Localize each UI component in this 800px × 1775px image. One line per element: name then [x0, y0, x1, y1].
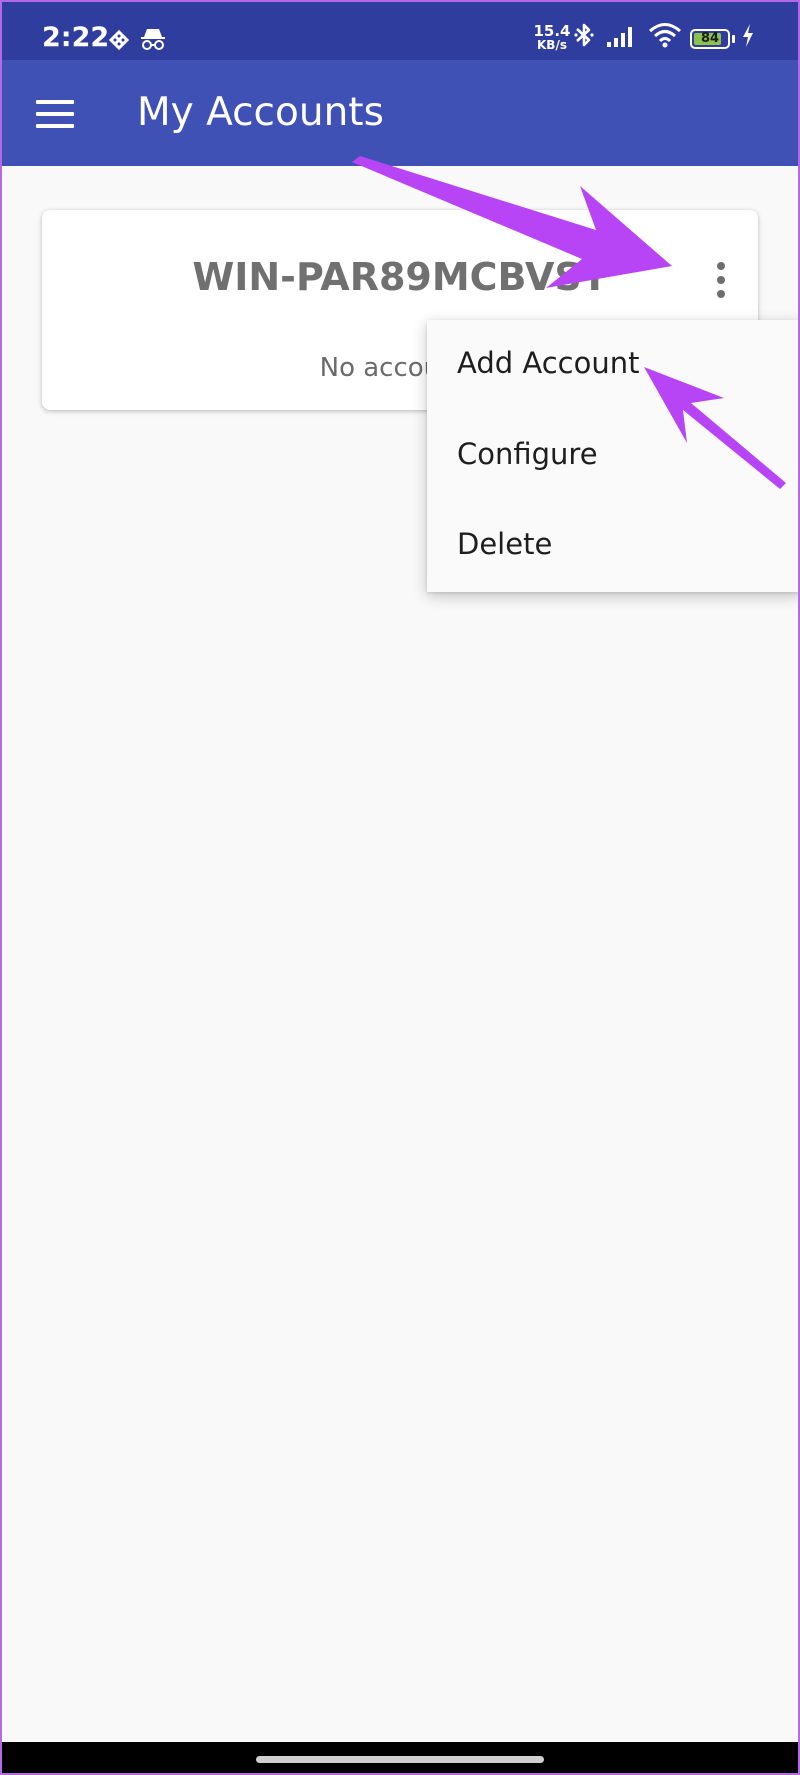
status-bar: 2:22 15.4 KB/s 84: [0, 0, 800, 60]
kebab-dot: [717, 276, 725, 284]
status-time: 2:22: [42, 22, 110, 53]
menu-item-delete[interactable]: Delete: [457, 527, 552, 561]
menu-line: [36, 112, 74, 116]
signal-icon: [607, 27, 632, 47]
network-speed-value: 15.4: [533, 22, 571, 40]
battery-level: 84: [700, 31, 720, 46]
menu-item-add-account[interactable]: Add Account: [457, 346, 639, 380]
incognito-icon: [141, 29, 165, 50]
page-title: My Accounts: [137, 90, 384, 135]
charging-icon: [743, 24, 753, 47]
kebab-dot: [717, 262, 725, 270]
menu-line: [36, 124, 74, 128]
battery-icon: 84: [690, 29, 730, 49]
wifi-icon: [649, 23, 681, 48]
menu-line: [36, 100, 74, 104]
kebab-dot: [717, 290, 725, 298]
app-bar: My Accounts: [0, 60, 800, 166]
bluetooth-icon: [574, 23, 594, 47]
menu-item-configure[interactable]: Configure: [457, 437, 598, 471]
network-speed: 15.4 KB/s: [532, 22, 572, 53]
card-title: WIN-PAR89MCBVST: [192, 255, 608, 299]
home-indicator[interactable]: [256, 1756, 544, 1763]
overflow-menu: Add Account Configure Delete: [427, 320, 800, 592]
more-vert-icon[interactable]: [716, 262, 726, 298]
vpn-key-icon: [108, 29, 130, 51]
navigation-bar: [0, 1742, 800, 1775]
battery-cap: [732, 35, 735, 43]
hamburger-menu-icon[interactable]: [36, 100, 74, 128]
network-speed-unit: KB/s: [537, 38, 567, 52]
